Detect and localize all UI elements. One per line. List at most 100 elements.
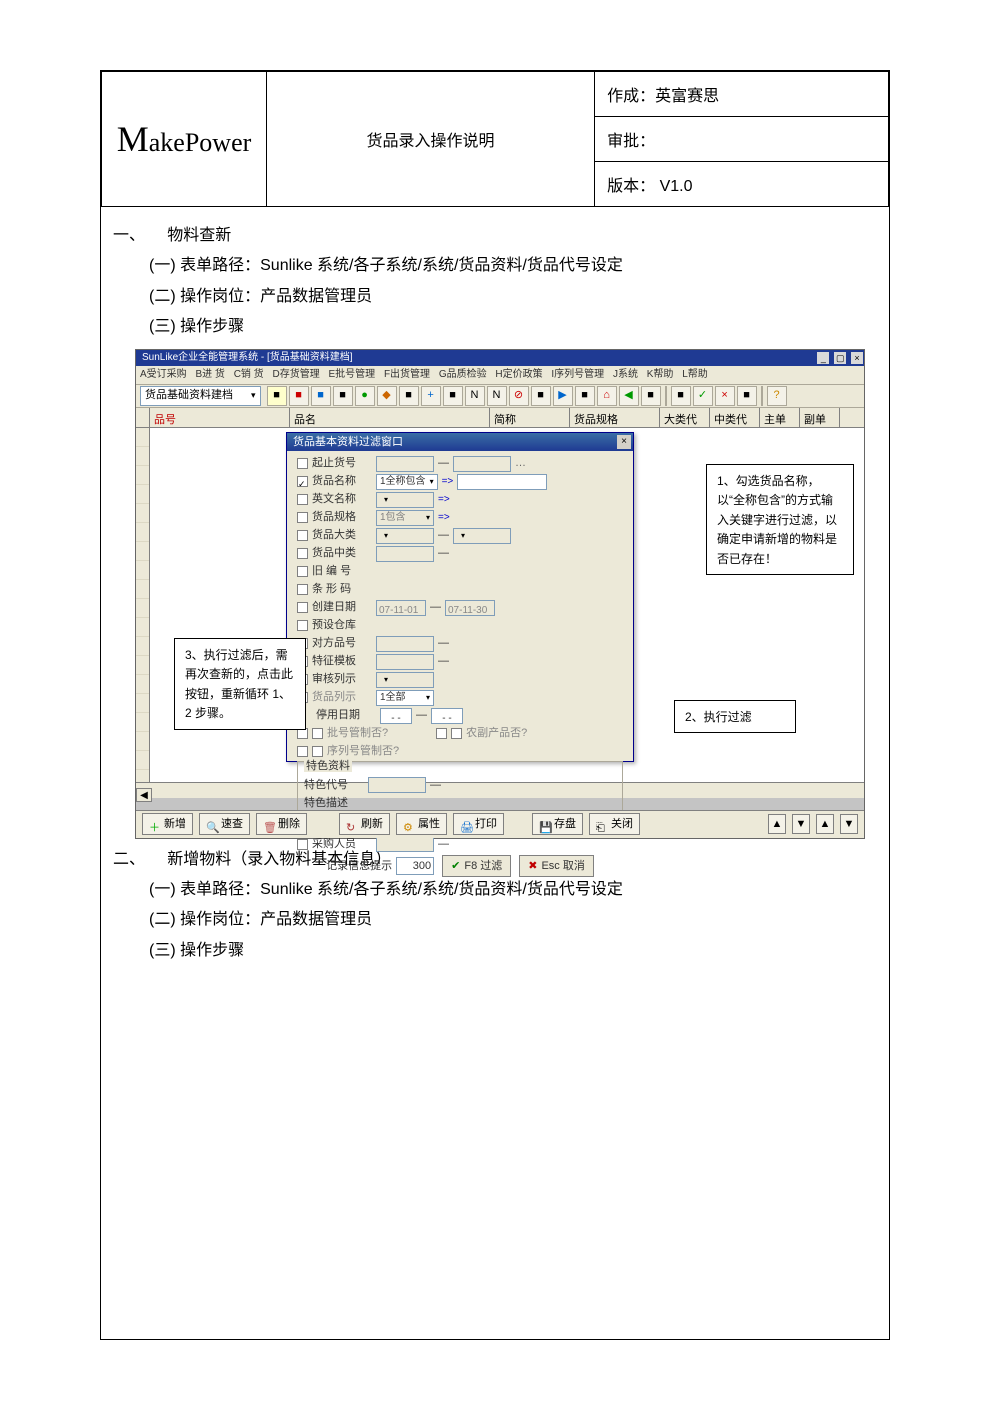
nav-last-icon[interactable]: ▼ bbox=[840, 814, 858, 834]
tb-icon[interactable]: ■ bbox=[575, 386, 595, 406]
btn-refresh[interactable]: ↻刷新 bbox=[339, 813, 390, 835]
btn-save[interactable]: 💾存盘 bbox=[532, 813, 583, 835]
minimize-icon[interactable]: _ bbox=[817, 352, 829, 364]
filter-button[interactable]: F8 过滤 bbox=[442, 855, 511, 877]
btn-close[interactable]: ⎗关闭 bbox=[589, 813, 640, 835]
chk-wh[interactable] bbox=[297, 620, 308, 631]
gh-zhudanwei[interactable]: 主单位 bbox=[760, 408, 800, 427]
tb-icon[interactable]: ◆ bbox=[377, 386, 397, 406]
tb-icon[interactable]: ⊘ bbox=[509, 386, 529, 406]
btn-find[interactable]: 🔍速查 bbox=[199, 813, 250, 835]
chk-sn1[interactable] bbox=[297, 746, 308, 757]
chk-dalei[interactable] bbox=[297, 530, 308, 541]
tb-icon[interactable]: ■ bbox=[641, 386, 661, 406]
tb-help-icon[interactable]: ? bbox=[767, 386, 787, 406]
chk-zhonglei[interactable] bbox=[297, 548, 308, 559]
nav-first-icon[interactable]: ▲ bbox=[768, 814, 786, 834]
gh-guige[interactable]: 货品规格 bbox=[570, 408, 660, 427]
chk-spec[interactable] bbox=[297, 512, 308, 523]
tb-icon[interactable]: ◀ bbox=[619, 386, 639, 406]
fld-stopdate1[interactable]: - - bbox=[380, 708, 412, 724]
chk-oldno[interactable] bbox=[297, 566, 308, 577]
tb-icon[interactable]: N bbox=[487, 386, 507, 406]
toolbar-dropdown[interactable]: 货品基础资料建档 bbox=[140, 386, 261, 406]
tb-icon[interactable]: ■ bbox=[737, 386, 757, 406]
fld-date-to[interactable]: 07-11-30 bbox=[445, 600, 495, 616]
maximize-icon[interactable]: ▢ bbox=[834, 352, 846, 364]
chk-batch2[interactable] bbox=[312, 728, 323, 739]
fld-otherpn[interactable] bbox=[376, 636, 434, 652]
cancel-button[interactable]: Esc 取消 bbox=[519, 855, 594, 877]
fld-start[interactable] bbox=[376, 456, 434, 472]
close-icon[interactable]: × bbox=[851, 352, 863, 364]
rec-prompt-value[interactable]: 300 bbox=[396, 857, 434, 875]
gh-zhonglei[interactable]: 中类代号 bbox=[710, 408, 760, 427]
chk-createdate[interactable] bbox=[297, 602, 308, 613]
chk-sn2[interactable] bbox=[312, 746, 323, 757]
tb-icon[interactable]: × bbox=[715, 386, 735, 406]
chk-purchaser[interactable] bbox=[297, 839, 308, 850]
tb-icon[interactable]: ■ bbox=[289, 386, 309, 406]
scroll-left-icon[interactable]: ◀ bbox=[136, 788, 152, 802]
gh-pinming[interactable]: 品名 bbox=[290, 408, 490, 427]
menu-d[interactable]: D存货管理 bbox=[272, 369, 319, 380]
fld-name[interactable] bbox=[457, 474, 547, 490]
btn-delete[interactable]: 🗑删除 bbox=[256, 813, 307, 835]
chk-agri2[interactable] bbox=[451, 728, 462, 739]
chk-batch1[interactable] bbox=[297, 728, 308, 739]
tb-icon[interactable]: ■ bbox=[671, 386, 691, 406]
tb-icon[interactable]: ✓ bbox=[693, 386, 713, 406]
chk-barcode[interactable] bbox=[297, 584, 308, 595]
menu-l[interactable]: L帮助 bbox=[682, 369, 708, 380]
menu-j[interactable]: J系统 bbox=[613, 369, 638, 380]
menu-g[interactable]: G品质检验 bbox=[439, 369, 487, 380]
dialog-close-icon[interactable]: × bbox=[617, 435, 631, 449]
fld-end[interactable] bbox=[453, 456, 511, 472]
menu-c[interactable]: C销 货 bbox=[234, 369, 264, 380]
menu-i[interactable]: I序列号管理 bbox=[551, 369, 604, 380]
tb-icon[interactable]: ■ bbox=[399, 386, 419, 406]
tb-icon[interactable]: ● bbox=[355, 386, 375, 406]
menu-a[interactable]: A受订采购 bbox=[140, 369, 187, 380]
gh-pinhao[interactable]: 品号 bbox=[150, 408, 290, 427]
gh-jiancheng[interactable]: 简称 bbox=[490, 408, 570, 427]
fld-sp1[interactable] bbox=[368, 777, 426, 793]
tb-icon[interactable]: ■ bbox=[267, 386, 287, 406]
nav-prev-icon[interactable]: ▼ bbox=[792, 814, 810, 834]
dd-spec[interactable]: 1包含 bbox=[376, 510, 434, 526]
fld-date-from[interactable]: 07-11-01 bbox=[376, 600, 426, 616]
tb-icon[interactable]: ■ bbox=[311, 386, 331, 406]
menu-f[interactable]: F出货管理 bbox=[384, 369, 430, 380]
chk-startend[interactable] bbox=[297, 458, 308, 469]
fld-tpl[interactable] bbox=[376, 654, 434, 670]
tb-icon[interactable]: N bbox=[465, 386, 485, 406]
tb-icon[interactable]: ■ bbox=[531, 386, 551, 406]
gh-dalei[interactable]: 大类代号 bbox=[660, 408, 710, 427]
btn-attr[interactable]: ⚙属性 bbox=[396, 813, 447, 835]
dd-audit[interactable] bbox=[376, 672, 434, 688]
fld-stopdate2[interactable]: - - bbox=[431, 708, 463, 724]
tb-icon[interactable]: ▶ bbox=[553, 386, 573, 406]
nav-next-icon[interactable]: ▲ bbox=[816, 814, 834, 834]
dd-enname[interactable] bbox=[376, 492, 434, 508]
btn-print[interactable]: 🖨打印 bbox=[453, 813, 504, 835]
tb-icon[interactable]: ■ bbox=[443, 386, 463, 406]
chk-name[interactable] bbox=[297, 476, 308, 487]
fld-zhonglei[interactable] bbox=[376, 546, 434, 562]
fld-purchaser[interactable] bbox=[376, 836, 434, 852]
tb-icon[interactable]: ■ bbox=[333, 386, 353, 406]
chk-enname[interactable] bbox=[297, 494, 308, 505]
dd-name-mode[interactable]: 1全称包含 bbox=[376, 474, 438, 490]
menu-b[interactable]: B进 货 bbox=[195, 369, 224, 380]
menu-h[interactable]: H定价政策 bbox=[495, 369, 542, 380]
chk-agri1[interactable] bbox=[436, 728, 447, 739]
tb-icon[interactable]: ⌂ bbox=[597, 386, 617, 406]
menu-e[interactable]: E批号管理 bbox=[328, 369, 375, 380]
dd-dalei2[interactable] bbox=[453, 528, 511, 544]
gh-fudanwei[interactable]: 副单位 bbox=[800, 408, 840, 427]
menu-k[interactable]: K帮助 bbox=[647, 369, 674, 380]
tb-icon[interactable]: + bbox=[421, 386, 441, 406]
dd-dalei[interactable] bbox=[376, 528, 434, 544]
dd-list[interactable]: 1全部 bbox=[376, 690, 434, 706]
btn-new[interactable]: ＋新增 bbox=[142, 813, 193, 835]
